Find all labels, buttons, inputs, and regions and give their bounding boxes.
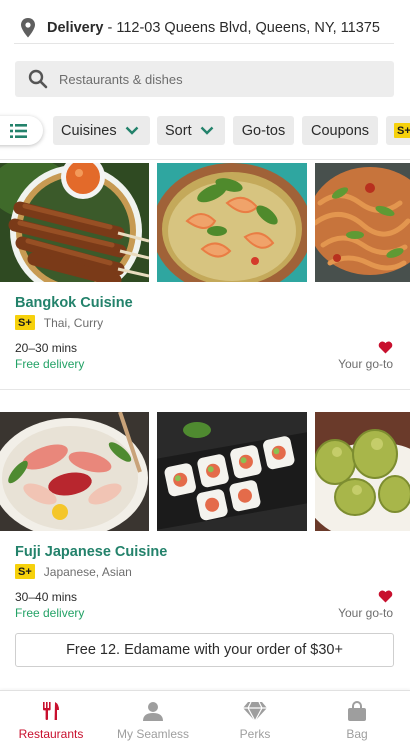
food-photo-shrimp-curry[interactable] [157,163,307,282]
restaurant-meta: S+ Thai, Curry [15,315,103,330]
nav-my-seamless[interactable]: My Seamless [102,691,204,746]
bottom-nav: Restaurants My Seamless Perks Bag [0,690,410,746]
restaurant-cuisines: Thai, Curry [43,315,104,330]
delivery-address-bar[interactable]: Delivery - 112-03 Queens Blvd, Queens, N… [14,12,394,44]
nav-label: Bag [346,727,368,741]
food-photo-shumai[interactable] [315,412,410,531]
delivery-time: 20–30 mins [15,341,78,355]
app-screen: Delivery - 112-03 Queens Blvd, Queens, N… [0,0,410,746]
splus-chip[interactable]: S+ [386,116,410,145]
search-icon [28,69,48,89]
restaurant-meta: S+ Japanese, Asian [15,564,132,579]
gotos-chip-label: Go-tos [241,122,286,139]
nav-label: Perks [239,727,271,741]
heart-icon[interactable] [378,341,393,354]
sort-chip[interactable]: Sort [157,116,225,145]
delivery-time: 30–40 mins [15,590,78,604]
sort-chip-label: Sort [165,122,192,139]
address-separator: - [103,19,117,36]
food-photo-pad-thai[interactable] [315,163,410,282]
location-pin-icon [21,17,35,37]
divider [0,389,410,390]
go-to-label: Your go-to [338,606,393,620]
delivery-fee: Free delivery [15,357,85,371]
food-photo-sushi-rolls[interactable] [157,412,307,531]
delivery-fee: Free delivery [15,606,85,620]
bag-icon [347,700,367,722]
go-to-label: Your go-to [338,357,393,371]
nav-perks[interactable]: Perks [204,691,306,746]
splus-badge: S+ [15,564,35,579]
splus-badge: S+ [394,123,410,138]
chevron-down-icon [125,126,138,135]
nav-restaurants[interactable]: Restaurants [0,691,102,746]
address-value: 112-03 Queens Blvd, Queens, NY, 11375 [116,19,380,36]
splus-badge: S+ [15,315,35,330]
fork-knife-icon [41,700,61,722]
food-photo-sashimi[interactable] [0,412,149,531]
restaurant-name[interactable]: Fuji Japanese Cuisine [15,544,167,560]
divider [0,159,410,160]
nav-bag[interactable]: Bag [306,691,408,746]
gotos-chip[interactable]: Go-tos [233,116,294,145]
nav-label: Restaurants [18,727,84,741]
restaurant-cuisines: Japanese, Asian [43,564,132,579]
promo-banner[interactable]: Free 12. Edamame with your order of $30+ [15,633,394,667]
address-text: Delivery - 112-03 Queens Blvd, Queens, N… [47,20,380,36]
cuisines-chip-label: Cuisines [61,122,117,139]
filter-chips-row: Cuisines Sort Go-tos Coupons S+ [0,116,410,146]
heart-icon[interactable] [378,590,393,603]
filter-button[interactable] [0,116,43,145]
coupons-chip[interactable]: Coupons [302,116,378,145]
nav-label: My Seamless [116,727,190,741]
chevron-down-icon [200,126,213,135]
coupons-chip-label: Coupons [310,122,370,139]
restaurant-name[interactable]: Bangkok Cuisine [15,295,133,311]
delivery-mode-label: Delivery [47,19,104,36]
search-input[interactable]: Restaurants & dishes [59,72,183,87]
diamond-icon [243,700,267,722]
sliders-icon [9,123,27,138]
person-icon [143,700,163,722]
cuisines-chip[interactable]: Cuisines [53,116,150,145]
search-bar[interactable]: Restaurants & dishes [15,61,394,97]
food-photo-satay[interactable] [0,163,149,282]
